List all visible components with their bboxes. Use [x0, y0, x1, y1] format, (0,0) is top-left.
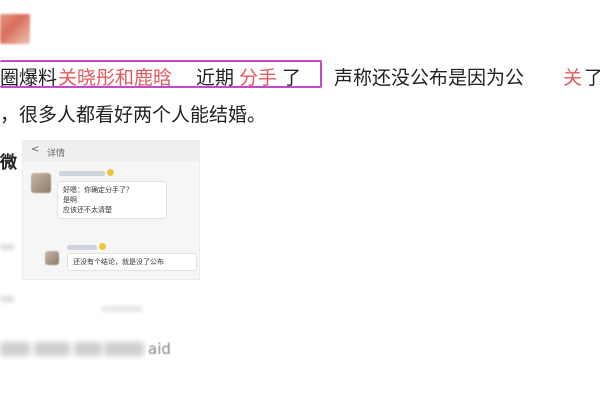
watermark [102, 306, 142, 312]
blurred-text: aid [148, 340, 171, 358]
blurred-source-line: aid [0, 340, 175, 358]
chat-avatar [31, 173, 51, 193]
user-avatar[interactable] [0, 14, 30, 44]
highlighted-names: 关晓彤和鹿晗 [58, 67, 173, 89]
chat-line: 是啊 [63, 196, 77, 204]
back-icon: < [31, 144, 40, 155]
blurred-edge [0, 244, 14, 250]
post-text-line-2: ，很多人都看好两个人能结婚。 [0, 104, 267, 126]
chat-line: 应该还不太清楚 [63, 206, 112, 214]
chat-username [59, 171, 105, 176]
chat-message: 好嗯：你确定分手了？ 是啊 应该还不太清楚 [57, 181, 167, 219]
chat-screenshot-image[interactable]: < 详情 好嗯：你确定分手了？ 是啊 应该还不太清楚 还没有个结论，就是没了公布 [22, 140, 200, 280]
partial-text: 微 [0, 153, 17, 173]
chat-line: 还没有个结论，就是没了公布 [73, 258, 164, 266]
text-segment: 了 [584, 67, 600, 89]
emoji-icon [99, 243, 106, 250]
highlighted-word: 分手 [239, 67, 278, 89]
chat-username [67, 245, 97, 250]
text-segment: 近期 [196, 67, 235, 89]
text-segment: 圈爆料 [0, 67, 58, 89]
chat-title: 详情 [47, 149, 66, 159]
highlighted-word: 关 [563, 67, 583, 89]
post-text-line-1: 圈爆料 关晓彤和鹿晗 近期 分手 了 声称还没公布是因为公 关 了 [0, 60, 600, 92]
text-segment: 了 [282, 67, 302, 89]
blurred-edge [0, 296, 14, 302]
chat-avatar [45, 251, 59, 265]
text-segment: 声称还没公布是因为公 [334, 67, 525, 89]
emoji-icon [107, 169, 114, 176]
chat-message: 还没有个结论，就是没了公布 [67, 253, 197, 271]
chat-line: 好嗯：你确定分手了？ [63, 186, 133, 194]
chat-header: < 详情 [23, 141, 199, 161]
